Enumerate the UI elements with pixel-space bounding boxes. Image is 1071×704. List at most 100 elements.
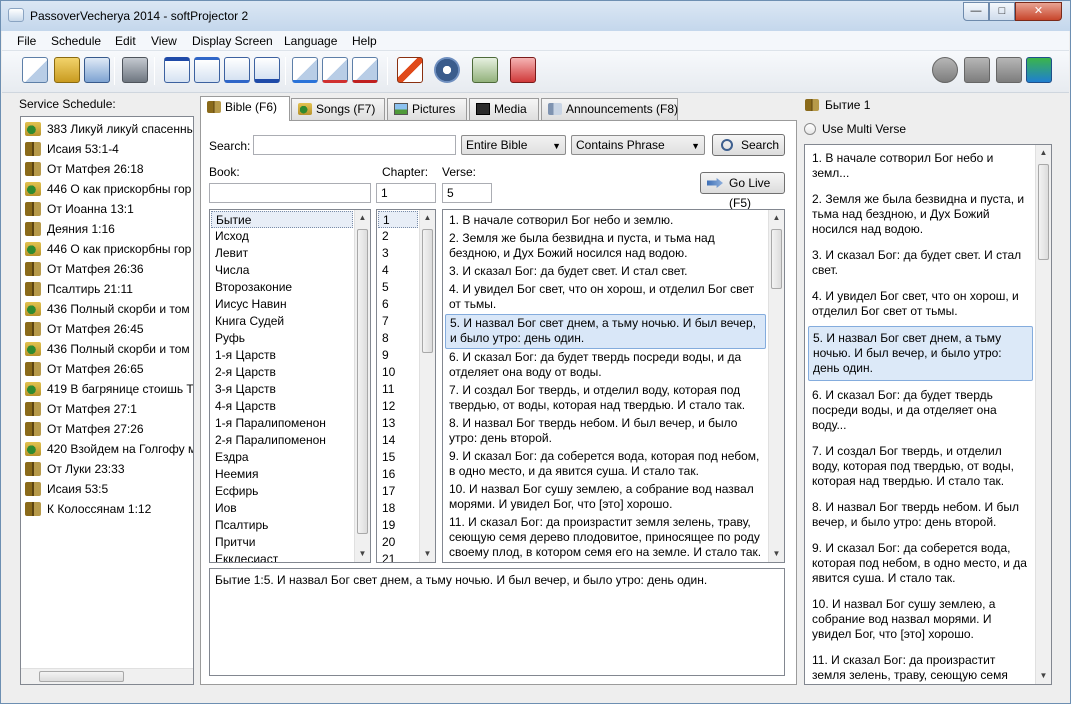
verse-item[interactable]: 3. И сказал Бог: да будет свет. И стал с… [445, 263, 766, 281]
move-down-icon[interactable] [224, 57, 250, 83]
move-to-top-icon[interactable] [164, 57, 190, 83]
clear-schedule-icon[interactable] [352, 57, 378, 83]
schedule-item[interactable]: 419 В багрянице стоишь Т [21, 379, 193, 399]
chapter-item[interactable]: 11 [378, 381, 418, 398]
live-verse-item[interactable]: 3. И сказал Бог: да будет свет. И стал с… [808, 244, 1033, 282]
book-item[interactable]: 2-я Паралипоменон [211, 432, 353, 449]
menu-edit[interactable]: Edit [115, 34, 136, 48]
book-list[interactable]: Бытие Исход Левит Числа Второзаконие Иисус На… [209, 209, 371, 563]
search-button[interactable]: Search [712, 134, 785, 156]
scroll-up-icon[interactable]: ▲ [355, 210, 370, 226]
chapter-item[interactable]: 10 [378, 364, 418, 381]
verse-list[interactable]: 1. В начале сотворил Бог небо и землю. 2.… [442, 209, 785, 563]
chapter-item[interactable]: 4 [378, 262, 418, 279]
live-verse-item[interactable]: 9. И сказал Бог: да соберется вода, кото… [808, 537, 1033, 590]
move-to-bottom-icon[interactable] [254, 57, 280, 83]
verse-input[interactable]: 5 [442, 183, 492, 203]
book-item[interactable]: Неемия [211, 466, 353, 483]
chapter-item[interactable]: 19 [378, 517, 418, 534]
scroll-down-icon[interactable]: ▼ [1036, 668, 1051, 684]
book-item[interactable]: Левит [211, 245, 353, 262]
schedule-item[interactable]: 436 Полный скорби и том [21, 339, 193, 359]
open-schedule-icon[interactable] [54, 57, 80, 83]
go-live-button[interactable]: Go Live (F5) [700, 172, 785, 210]
tab-songs[interactable]: Songs (F7) [291, 98, 385, 120]
book-item[interactable]: 4-я Царств [211, 398, 353, 415]
tab-bible[interactable]: Bible (F6) [200, 96, 290, 121]
book-item[interactable]: Притчи [211, 534, 353, 551]
schedule-item[interactable]: От Иоанна 13:1 [21, 199, 193, 219]
schedule-item[interactable]: Деяния 1:16 [21, 219, 193, 239]
multi-verse-radio[interactable] [804, 123, 816, 135]
schedule-item[interactable]: От Матфея 27:26 [21, 419, 193, 439]
live-verse-item[interactable]: 4. И увидел Бог свет, что он хорош, и от… [808, 285, 1033, 323]
tab-media[interactable]: Media [469, 98, 539, 120]
live-verse-item[interactable]: 11. И сказал Бог: да произрастит земля з… [808, 649, 1033, 684]
chapter-item[interactable]: 9 [378, 347, 418, 364]
verse-item[interactable]: 7. И создал Бог твердь, и отделил воду, … [445, 382, 766, 415]
book-input[interactable] [209, 183, 371, 203]
chapter-item[interactable]: 15 [378, 449, 418, 466]
minimize-button[interactable]: — [963, 2, 989, 21]
live-verse-item[interactable]: 10. И назвал Бог сушу землею, а собрание… [808, 593, 1033, 646]
book-item[interactable]: Исход [211, 228, 353, 245]
schedule-item[interactable]: Исаия 53:1-4 [21, 139, 193, 159]
chapter-item[interactable]: 13 [378, 415, 418, 432]
book-item[interactable]: Есфирь [211, 483, 353, 500]
menu-view[interactable]: View [151, 34, 177, 48]
menu-language[interactable]: Language [284, 34, 337, 48]
schedule-item[interactable]: От Матфея 26:18 [21, 159, 193, 179]
search-mode-select[interactable]: Contains Phrase ▼ [571, 135, 705, 155]
book-item[interactable]: Иов [211, 500, 353, 517]
schedule-item[interactable]: Псалтирь 21:11 [21, 279, 193, 299]
chapter-list[interactable]: 1 2 3 4 5 6 7 8 9 10 11 12 13 14 15 16 17 18 19 20 21 ▲ ▼ [376, 209, 436, 563]
scroll-up-icon[interactable]: ▲ [420, 210, 435, 226]
book-item[interactable]: Числа [211, 262, 353, 279]
show-display-icon[interactable] [1026, 57, 1052, 83]
verse-item[interactable]: 1. В начале сотворил Бог небо и землю. [445, 212, 766, 230]
chapter-item[interactable]: 12 [378, 398, 418, 415]
add-to-schedule-icon[interactable] [292, 57, 318, 83]
hide-display-icon[interactable] [964, 57, 990, 83]
live-verse-item[interactable]: 6. И сказал Бог: да будет твердь посреди… [808, 384, 1033, 437]
book-item[interactable]: 3-я Царств [211, 381, 353, 398]
schedule-item[interactable]: 420 Взойдем на Голгофу м [21, 439, 193, 459]
verse-item[interactable]: 9. И сказал Бог: да соберется вода, кото… [445, 448, 766, 481]
chapter-list-scrollbar[interactable]: ▲ ▼ [419, 210, 435, 562]
schedule-item[interactable]: От Луки 23:33 [21, 459, 193, 479]
book-item[interactable]: Иисус Навин [211, 296, 353, 313]
live-verse-item[interactable]: 2. Земля же была безвидна и пуста, и тьм… [808, 188, 1033, 241]
book-item[interactable]: Псалтирь [211, 517, 353, 534]
chapter-item[interactable]: 18 [378, 500, 418, 517]
scroll-thumb[interactable] [771, 229, 782, 289]
help-icon[interactable] [510, 57, 536, 83]
schedule-item[interactable]: К Колоссянам 1:12 [21, 499, 193, 519]
maximize-button[interactable]: □ [989, 2, 1015, 21]
verse-item[interactable]: 12. И произвела земля зелень, траву, сею… [445, 562, 766, 563]
settings-gear-icon[interactable] [434, 57, 460, 83]
remove-from-schedule-icon[interactable] [322, 57, 348, 83]
close-song-icon[interactable] [397, 57, 423, 83]
schedule-item[interactable]: От Матфея 26:65 [21, 359, 193, 379]
book-item[interactable]: Екклесиаст [211, 551, 353, 562]
save-schedule-icon[interactable] [84, 57, 110, 83]
tab-announcements[interactable]: Announcements (F8) [541, 98, 678, 120]
book-item[interactable]: Второзаконие [211, 279, 353, 296]
scroll-up-icon[interactable]: ▲ [769, 210, 784, 226]
book-item[interactable]: 1-я Царств [211, 347, 353, 364]
chapter-item[interactable]: 6 [378, 296, 418, 313]
move-up-icon[interactable] [194, 57, 220, 83]
search-input[interactable] [253, 135, 456, 155]
verse-item[interactable]: 6. И сказал Бог: да будет твердь посреди… [445, 349, 766, 382]
live-verse-item[interactable]: 8. И назвал Бог твердь небом. И был вече… [808, 496, 1033, 534]
close-button[interactable]: ✕ [1015, 2, 1062, 21]
scroll-thumb[interactable] [1038, 164, 1049, 260]
verse-item[interactable]: 8. И назвал Бог твердь небом. И был вече… [445, 415, 766, 448]
chapter-item[interactable]: 8 [378, 330, 418, 347]
verse-item[interactable]: 10. И назвал Бог сушу землею, а собрание… [445, 481, 766, 514]
live-power-icon[interactable] [932, 57, 958, 83]
book-list-scrollbar[interactable]: ▲ ▼ [354, 210, 370, 562]
schedule-item[interactable]: Исаия 53:5 [21, 479, 193, 499]
chapter-item[interactable]: 14 [378, 432, 418, 449]
scroll-down-icon[interactable]: ▼ [769, 546, 784, 562]
